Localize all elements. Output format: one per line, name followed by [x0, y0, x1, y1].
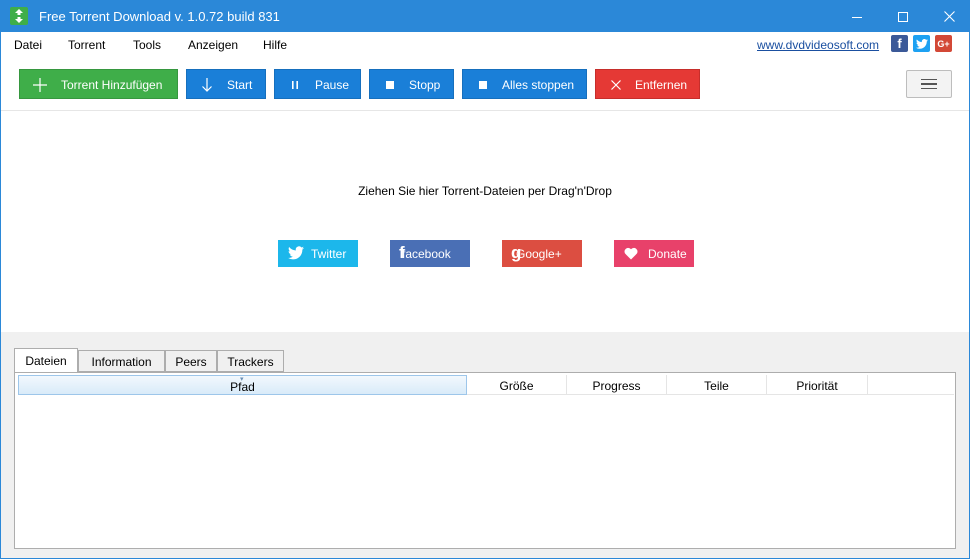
- share-googleplus-button[interactable]: g Google+: [502, 240, 582, 267]
- hamburger-line: [921, 87, 937, 90]
- stop-icon: [382, 77, 398, 93]
- menu-hilfe[interactable]: Hilfe: [263, 38, 287, 52]
- start-label: Start: [227, 78, 253, 92]
- minimize-icon: [852, 16, 862, 18]
- facebook-icon[interactable]: f: [891, 35, 908, 52]
- remove-button[interactable]: Entfernen: [595, 69, 700, 99]
- column-header-groesse[interactable]: Größe: [467, 375, 567, 395]
- tab-peers[interactable]: Peers: [165, 350, 217, 372]
- files-table-header: ▾ Pfad Größe Progress Teile Priorität: [18, 375, 954, 395]
- donate-button[interactable]: Donate: [614, 240, 694, 267]
- add-torrent-button[interactable]: Torrent Hinzufügen: [19, 69, 178, 99]
- drop-hint: Ziehen Sie hier Torrent-Dateien per Drag…: [358, 184, 612, 198]
- title-bar[interactable]: Free Torrent Download v. 1.0.72 build 83…: [1, 1, 969, 32]
- website-link[interactable]: www.dvdvideosoft.com: [757, 38, 879, 52]
- hamburger-line: [921, 83, 937, 85]
- stop-all-button[interactable]: Alles stoppen: [462, 69, 587, 99]
- share-googleplus-label: Google+: [516, 247, 562, 261]
- close-icon: [943, 11, 955, 22]
- toolbar: Torrent Hinzufügen Start Pause Stopp All…: [1, 58, 969, 111]
- pause-icon: [287, 77, 303, 93]
- column-header-pfad[interactable]: ▾ Pfad: [18, 375, 467, 395]
- menu-tools[interactable]: Tools: [133, 38, 161, 52]
- pause-button[interactable]: Pause: [274, 69, 361, 99]
- column-header-progress[interactable]: Progress: [567, 375, 667, 395]
- column-header-prioritaet[interactable]: Priorität: [767, 375, 868, 395]
- pause-label: Pause: [315, 78, 350, 92]
- torrent-drop-area[interactable]: Ziehen Sie hier Torrent-Dateien per Drag…: [1, 111, 969, 332]
- share-facebook-button[interactable]: f facebook: [390, 240, 470, 267]
- files-tab-panel: ▾ Pfad Größe Progress Teile Priorität: [14, 372, 956, 549]
- close-button[interactable]: [926, 1, 970, 32]
- details-panel: Dateien Information Peers Trackers ▾ Pfa…: [1, 332, 969, 558]
- menu-anzeigen[interactable]: Anzeigen: [188, 38, 238, 52]
- heart-icon: [624, 247, 638, 263]
- app-logo-icon: [10, 7, 28, 25]
- menu-datei[interactable]: Datei: [14, 38, 42, 52]
- googleplus-glyph: G+: [937, 38, 950, 49]
- app-window: Free Torrent Download v. 1.0.72 build 83…: [0, 0, 970, 559]
- start-button[interactable]: Start: [186, 69, 266, 99]
- plus-icon: [32, 77, 48, 93]
- tab-information[interactable]: Information: [78, 350, 165, 372]
- donate-label: Donate: [648, 247, 687, 261]
- maximize-button[interactable]: [880, 1, 926, 32]
- close-x-icon: [608, 77, 624, 93]
- twitter-bird-icon: [288, 246, 304, 263]
- maximize-icon: [898, 11, 908, 22]
- stop-all-icon: [475, 77, 491, 93]
- menu-bar: Datei Torrent Tools Anzeigen Hilfe www.d…: [1, 32, 969, 58]
- minimize-button[interactable]: [834, 1, 880, 32]
- hamburger-menu-button[interactable]: [906, 70, 952, 98]
- share-facebook-label: facebook: [402, 247, 451, 261]
- tab-dateien[interactable]: Dateien: [14, 348, 78, 373]
- menu-torrent[interactable]: Torrent: [68, 38, 105, 52]
- window-title: Free Torrent Download v. 1.0.72 build 83…: [39, 9, 280, 24]
- stop-label: Stopp: [409, 78, 441, 92]
- arrow-down-icon: [199, 77, 215, 93]
- remove-label: Entfernen: [635, 78, 688, 92]
- hamburger-line: [921, 78, 937, 81]
- column-header-teile[interactable]: Teile: [667, 375, 767, 395]
- sort-indicator-icon: ▾: [240, 376, 244, 383]
- googleplus-icon[interactable]: G+: [935, 35, 952, 52]
- twitter-icon[interactable]: [913, 35, 930, 52]
- facebook-glyph: f: [897, 36, 902, 51]
- share-twitter-label: Twitter: [311, 247, 347, 261]
- share-twitter-button[interactable]: Twitter: [278, 240, 358, 267]
- tab-trackers[interactable]: Trackers: [217, 350, 284, 372]
- add-torrent-label: Torrent Hinzufügen: [61, 78, 163, 92]
- stop-all-label: Alles stoppen: [502, 78, 575, 92]
- stop-button[interactable]: Stopp: [369, 69, 454, 99]
